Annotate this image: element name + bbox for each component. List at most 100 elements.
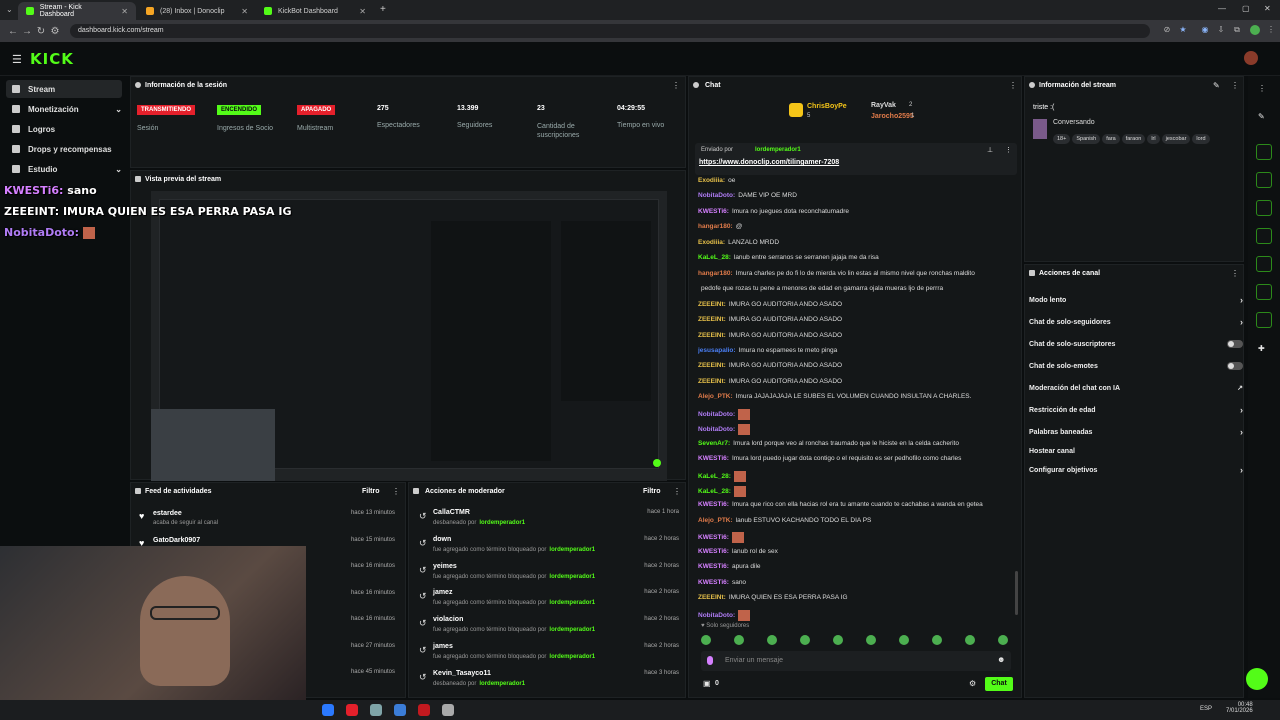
chat-username[interactable]: NobitaDoto: — [698, 192, 735, 199]
edit-icon[interactable]: ✎ — [1213, 81, 1220, 90]
emote-icon[interactable] — [767, 635, 777, 645]
undo-icon[interactable]: ↺ — [419, 591, 427, 602]
emote-icon[interactable] — [998, 635, 1008, 645]
eye-off-icon[interactable]: ⊘ — [1162, 25, 1172, 35]
chat-username[interactable]: KWESTi6: — [698, 563, 729, 570]
chat-username[interactable]: SevenAr7: — [698, 440, 730, 447]
edit-icon[interactable]: ✎ — [1258, 112, 1265, 121]
download-icon[interactable]: ⇩ — [1216, 25, 1226, 35]
chat-username[interactable]: KaLeL_28: — [698, 254, 731, 261]
star-icon[interactable]: ★ — [1178, 25, 1188, 35]
chat-username[interactable]: KWESTi6: — [698, 208, 729, 215]
channel-action-7[interactable]: Hostear canal — [1029, 444, 1243, 458]
chat-username[interactable]: KaLeL_28: — [698, 473, 731, 480]
tag-chip[interactable]: lrl — [1147, 134, 1160, 144]
rail-button-5[interactable] — [1256, 256, 1272, 272]
profile-avatar[interactable] — [1250, 25, 1260, 35]
more-icon[interactable]: ⋮ — [672, 81, 680, 90]
maximize-button[interactable]: ▢ — [1242, 4, 1250, 13]
emote-icon[interactable] — [800, 635, 810, 645]
taskbar-app-icon[interactable] — [370, 704, 382, 716]
emote-icon[interactable] — [701, 635, 711, 645]
chat-username[interactable]: Exodiiia: — [698, 239, 725, 246]
chat-username[interactable]: KWESTi6: — [698, 535, 729, 542]
tag-chip[interactable]: faraon — [1121, 134, 1146, 144]
chat-username[interactable]: KWESTi6: — [698, 501, 729, 508]
chat-username[interactable]: ZEEEINt: — [698, 332, 726, 339]
pinned-link[interactable]: https://www.donoclip.com/tilingamer-7208 — [699, 159, 839, 166]
channel-action-6[interactable]: Palabras baneadas › — [1029, 425, 1243, 439]
more-icon[interactable]: ⋮ — [673, 487, 681, 496]
tag-chip[interactable]: jescobar — [1161, 134, 1191, 144]
tag-chip[interactable]: lord — [1192, 134, 1210, 144]
close-icon[interactable]: ✕ — [121, 7, 128, 16]
undo-icon[interactable]: ↺ — [419, 565, 427, 576]
rail-button-4[interactable] — [1256, 228, 1272, 244]
undo-icon[interactable]: ↺ — [419, 672, 427, 683]
chat-username[interactable]: KaLeL_28: — [698, 488, 731, 495]
rail-button-6[interactable] — [1256, 284, 1272, 300]
more-icon[interactable]: ⋮ — [1258, 84, 1266, 93]
tab-kick-dashboard[interactable]: Stream - Kick Dashboard ✕ — [18, 2, 136, 20]
taskbar-app-icon[interactable] — [442, 704, 454, 716]
rail-button-2[interactable] — [1256, 172, 1272, 188]
help-bubble[interactable] — [1246, 668, 1268, 690]
pinned-message[interactable]: Enviado por lordemperador1 ⊥ ⋮ https://w… — [695, 143, 1017, 175]
taskbar-clock[interactable]: 00:48 7/01/2026 — [1226, 702, 1253, 714]
emote-icon[interactable] — [899, 635, 909, 645]
address-bar[interactable]: dashboard.kick.com/stream — [70, 24, 1150, 38]
emoji-icon[interactable]: ☻ — [997, 655, 1005, 664]
sidebar-item-drops[interactable]: Drops y recompensas — [6, 140, 122, 158]
undo-icon[interactable]: ↺ — [419, 511, 427, 522]
emote-icon[interactable] — [932, 635, 942, 645]
channel-action-2[interactable]: Chat de solo-suscriptores — [1029, 337, 1243, 351]
chat-username[interactable]: Exodiiia: — [698, 177, 725, 184]
taskbar-lang[interactable]: ESP — [1200, 706, 1212, 712]
chat-username[interactable]: KWESTi6: — [698, 455, 729, 462]
toggle-switch[interactable] — [1227, 362, 1243, 370]
more-icon[interactable]: ⋮ — [1231, 81, 1239, 90]
channel-action-8[interactable]: Configurar objetivos › — [1029, 463, 1243, 477]
undo-icon[interactable]: ↺ — [419, 538, 427, 549]
add-icon[interactable]: ✚ — [1258, 344, 1265, 353]
emote-icon[interactable] — [965, 635, 975, 645]
rail-button-3[interactable] — [1256, 200, 1272, 216]
points-icon[interactable]: ▣ — [703, 679, 711, 688]
chat-username[interactable]: KWESTi6: — [698, 579, 729, 586]
send-chat-button[interactable]: Chat — [985, 677, 1013, 691]
settings-icon[interactable]: ⚙ — [969, 679, 976, 688]
taskbar-app-icon[interactable] — [346, 704, 358, 716]
audio-icon[interactable]: ◉ — [1200, 25, 1210, 35]
tab-kickbot[interactable]: KickBot Dashboard ✕ — [256, 2, 374, 20]
chat-scrollbar[interactable] — [1015, 571, 1018, 615]
chat-input[interactable]: Enviar un mensaje ☻ — [701, 651, 1011, 671]
sidebar-item-logros[interactable]: Logros — [6, 120, 122, 138]
chat-username[interactable]: NobitaDoto: — [698, 411, 735, 418]
taskbar-app-icon[interactable] — [394, 704, 406, 716]
tab-search-icon[interactable]: ⌄ — [6, 5, 13, 14]
tag-chip[interactable]: fara — [1102, 134, 1120, 144]
channel-action-1[interactable]: Chat de solo-seguidores › — [1029, 315, 1243, 329]
hamburger-icon[interactable]: ☰ — [12, 53, 22, 66]
chat-username[interactable]: NobitaDoto: — [698, 612, 735, 619]
new-tab-button[interactable]: + — [380, 4, 386, 15]
close-icon[interactable]: ✕ — [359, 7, 366, 16]
more-icon[interactable]: ⋮ — [1005, 146, 1012, 154]
sidebar-item-estudio[interactable]: Estudio ⌄ — [6, 160, 122, 178]
stream-preview-video[interactable] — [151, 191, 667, 481]
tab-inbox[interactable]: (28) Inbox | Donoclip ✕ — [138, 2, 256, 20]
chat-username[interactable]: KWESTi6: — [698, 548, 729, 555]
minimize-button[interactable]: — — [1218, 4, 1226, 13]
sidebar-item-stream[interactable]: Stream — [6, 80, 122, 98]
rail-button-7[interactable] — [1256, 312, 1272, 328]
chat-username[interactable]: ZEEEINt: — [698, 362, 726, 369]
taskbar-app-icon[interactable] — [418, 704, 430, 716]
sidebar-item-monetizacion[interactable]: Monetización ⌄ — [6, 100, 122, 118]
chat-username[interactable]: ZEEEINt: — [698, 316, 726, 323]
chat-username[interactable]: ZEEEINt: — [698, 378, 726, 385]
reload-icon[interactable]: ↻ — [34, 26, 48, 37]
chat-username[interactable]: hangar180: — [698, 270, 733, 277]
channel-action-3[interactable]: Chat de solo-emotes — [1029, 359, 1243, 373]
tune-icon[interactable]: ⚙ — [48, 26, 62, 37]
channel-action-0[interactable]: Modo lento › — [1029, 293, 1243, 307]
